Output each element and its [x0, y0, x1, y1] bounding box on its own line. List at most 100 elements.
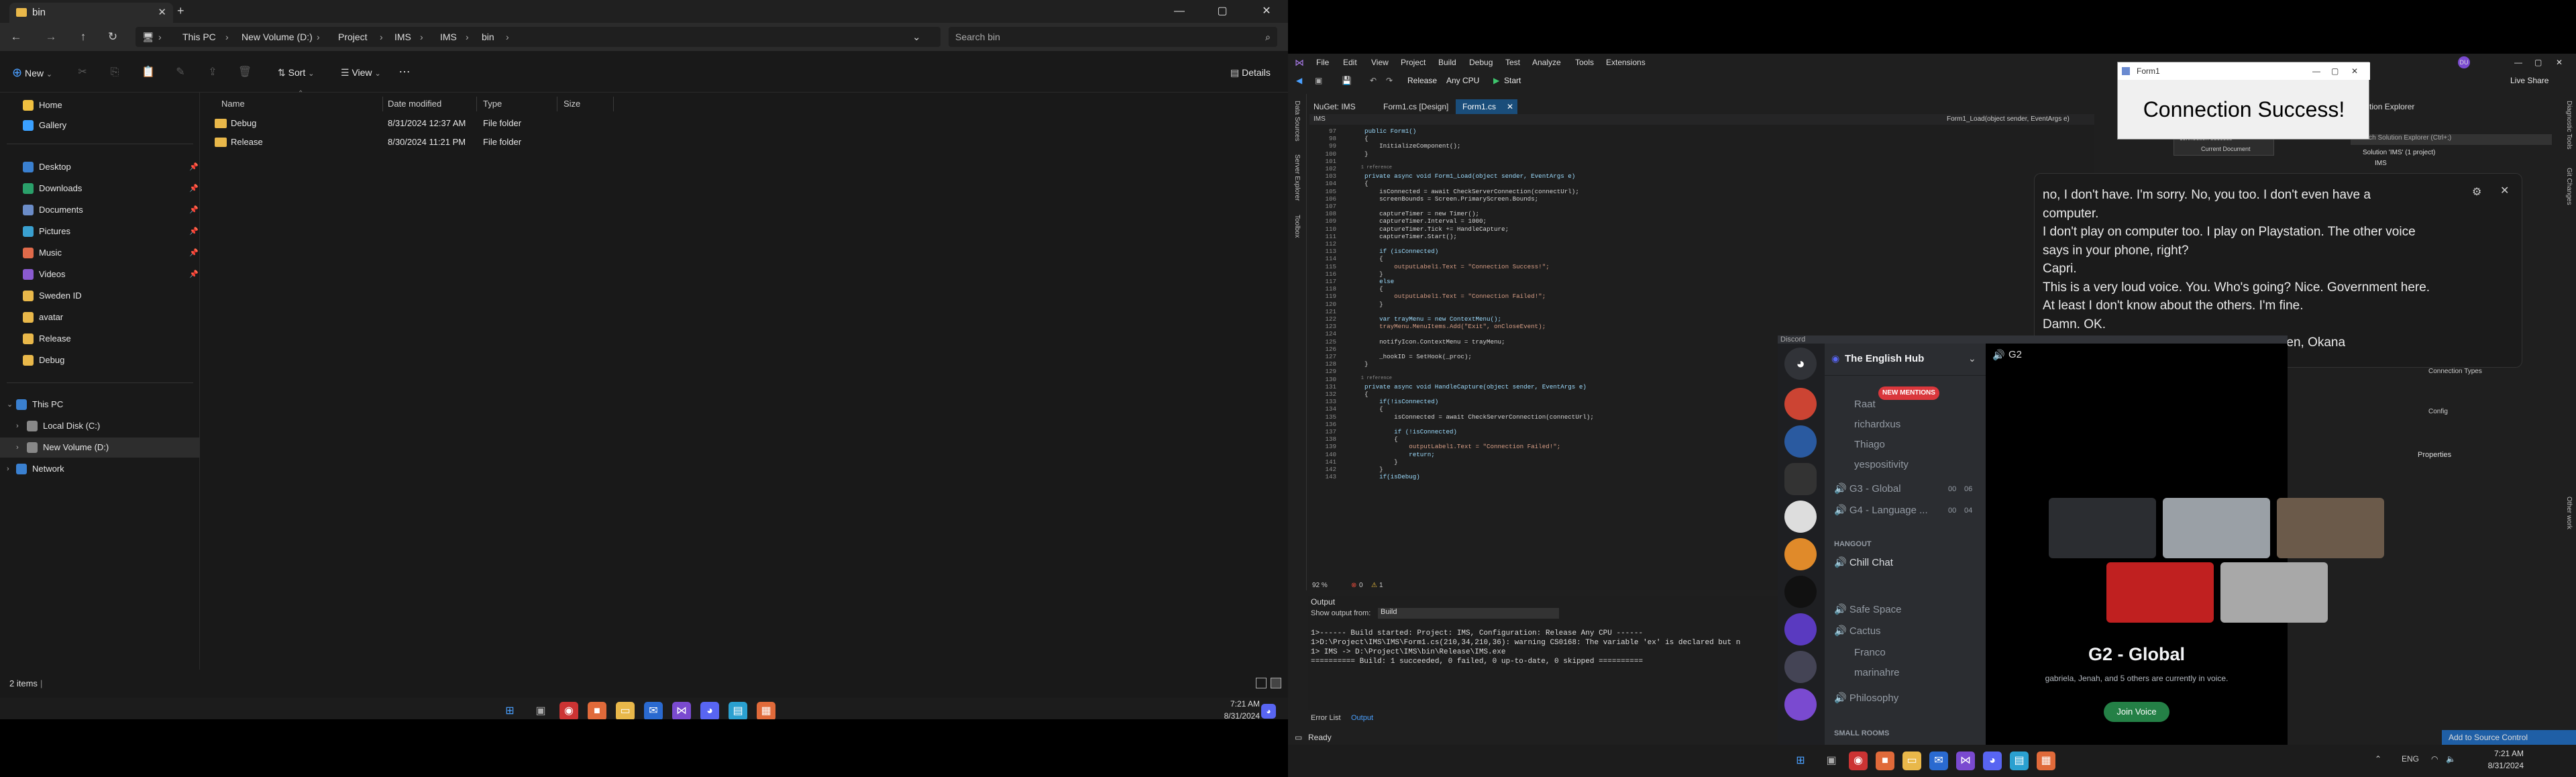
pin-icon[interactable]: 📌 — [189, 243, 199, 263]
config-dropdown[interactable]: Release — [1407, 71, 1437, 90]
server-icon[interactable] — [1784, 613, 1817, 645]
participant-tile[interactable] — [2220, 562, 2328, 623]
solution-item[interactable]: Config — [2428, 408, 2448, 415]
code-line[interactable]: var trayMenu = new ContextMenu(); — [1350, 315, 1501, 323]
tab-form1-cs[interactable]: Form1.cs ✕ — [1456, 99, 1517, 114]
save-icon[interactable]: 💾 — [1342, 71, 1352, 90]
code-line[interactable]: else — [1350, 278, 1394, 285]
explorer-tab[interactable]: bin ✕ — [9, 3, 173, 23]
details-view-icon[interactable] — [1256, 678, 1267, 688]
participant-tile[interactable] — [2049, 498, 2156, 558]
code-line[interactable]: 1 reference — [1350, 376, 1392, 381]
voice-member[interactable]: marinahre — [1854, 663, 2002, 683]
notification-icon[interactable]: ◕ — [1261, 704, 1276, 719]
warning-count[interactable]: 1 — [1379, 581, 1383, 590]
maximize-icon[interactable]: ▢ — [2534, 54, 2542, 71]
details-button[interactable]: ▤ Details — [1230, 66, 1271, 79]
nav-item-home[interactable]: Home — [0, 95, 200, 115]
error-count[interactable]: 0 — [1359, 581, 1363, 590]
discord-taskbar-icon[interactable]: ◕ — [1983, 752, 2002, 770]
address-dropdown-icon[interactable]: ⌄ — [912, 31, 921, 43]
app-icon[interactable]: ▤ — [2010, 752, 2029, 770]
code-line[interactable]: { — [1350, 391, 1368, 398]
menu-view[interactable]: View — [1371, 54, 1389, 71]
toolbox-tab[interactable]: Toolbox — [1293, 215, 1301, 238]
code-line[interactable]: return; — [1350, 451, 1435, 458]
start-icon[interactable]: ▶ — [1493, 71, 1499, 90]
settings-icon[interactable]: ⚙ — [2472, 183, 2481, 202]
column-header-date[interactable]: Date modified — [388, 94, 441, 114]
server-explorer-tab[interactable]: Server Explorer — [1293, 154, 1301, 201]
solution-root[interactable]: Solution 'IMS' (1 project) — [2363, 149, 2435, 156]
minimize-icon[interactable]: — — [1158, 0, 1201, 23]
view-button[interactable]: ☰ View ⌄ — [341, 66, 381, 81]
server-icon[interactable] — [1784, 501, 1817, 533]
app-icon[interactable]: ■ — [1876, 752, 1894, 770]
chevron-down-icon[interactable]: ⌄ — [7, 395, 13, 415]
outlook-icon[interactable]: ✉ — [644, 702, 663, 719]
code-line[interactable]: if(isDebug) — [1350, 473, 1420, 480]
nav-item-music[interactable]: Music 📌 — [0, 243, 200, 263]
voice-channel-cactus[interactable]: 🔊 Cactus — [1834, 621, 1982, 641]
join-voice-button[interactable]: Join Voice — [2104, 702, 2169, 722]
close-window-icon[interactable]: ✕ — [1245, 0, 1288, 23]
code-line[interactable]: private async void HandleCapture(object … — [1350, 383, 1587, 391]
live-share-button[interactable]: Live Share — [2510, 71, 2548, 90]
copy-icon[interactable]: ⎘ — [107, 66, 122, 79]
nav-item-desktop[interactable]: Desktop 📌 — [0, 157, 200, 177]
find-scope[interactable]: Current Document — [2201, 146, 2251, 152]
tab-nuget[interactable]: NuGet: IMS — [1307, 99, 1362, 114]
more-options-button[interactable]: … — [398, 62, 411, 75]
server-icon[interactable] — [1784, 463, 1817, 495]
tray-chevron-icon[interactable]: ⌃ — [2375, 754, 2381, 764]
back-icon[interactable]: ◀ — [1296, 71, 1302, 90]
undo-icon[interactable]: ↶ — [1370, 71, 1377, 90]
breadcrumb-ims[interactable]: IMS — [394, 27, 411, 47]
output-source-select[interactable]: Build — [1378, 608, 1559, 619]
column-header-size[interactable]: Size — [564, 94, 580, 114]
voice-member[interactable]: Franco — [1854, 643, 2002, 663]
menu-project[interactable]: Project — [1401, 54, 1426, 71]
server-icon[interactable] — [1784, 538, 1817, 570]
app-icon[interactable]: ▤ — [729, 702, 747, 719]
server-header[interactable]: ◉ The English Hub ⌄ — [1825, 344, 1986, 376]
column-header-type[interactable]: Type — [483, 94, 502, 114]
menu-extensions[interactable]: Extensions — [1606, 54, 1646, 71]
code-line[interactable]: _hookID = SetHook(_proc); — [1350, 353, 1472, 360]
pin-icon[interactable]: 📌 — [189, 221, 199, 242]
minimize-icon[interactable]: — — [2514, 54, 2522, 71]
category-hangout[interactable]: HANGOUT — [1834, 534, 1982, 554]
data-sources-tab[interactable]: Data Sources — [1293, 101, 1301, 142]
code-line[interactable]: screenBounds = Screen.PrimaryScreen.Boun… — [1350, 195, 1538, 203]
language-indicator[interactable]: ENG — [2402, 754, 2419, 764]
solution-search-input[interactable]: Search Solution Explorer (Ctrl+;) — [2351, 134, 2552, 145]
chrome-icon[interactable]: ◉ — [559, 702, 578, 719]
breadcrumb-new-volume[interactable]: New Volume (D:) — [241, 27, 313, 47]
code-line[interactable]: { — [1350, 435, 1398, 443]
diagnostic-tools-tab[interactable]: Diagnostic Tools — [2565, 101, 2573, 150]
voice-channel-chill-chat[interactable]: 🔊 Chill Chat — [1834, 553, 1982, 573]
code-line[interactable]: notifyIcon.ContextMenu = trayMenu; — [1350, 338, 1505, 346]
file-row[interactable]: Release 8/30/2024 11:21 PM File folder — [207, 133, 810, 152]
menu-build[interactable]: Build — [1438, 54, 1456, 71]
paste-icon[interactable]: 📋 — [141, 66, 156, 79]
code-line[interactable]: outputLabel1.Text = "Connection Failed!"… — [1350, 443, 1560, 450]
column-separator[interactable] — [382, 97, 383, 111]
code-line[interactable]: captureTimer.Start(); — [1350, 233, 1457, 240]
participant-tile[interactable] — [2163, 498, 2270, 558]
code-line[interactable]: } — [1350, 301, 1383, 308]
voice-member[interactable]: Raat — [1854, 395, 2002, 415]
clock-time[interactable]: 7:21 AM — [1213, 699, 1260, 709]
code-line[interactable]: if (!isConnected) — [1350, 428, 1457, 435]
delete-icon[interactable]: 🗑 — [237, 66, 252, 79]
voice-channel-g4[interactable]: 🔊 G4 - Language ... 00 04 — [1834, 501, 1982, 521]
code-line[interactable]: { — [1350, 135, 1368, 142]
code-line[interactable]: if (isConnected) — [1350, 248, 1438, 255]
method-combo[interactable]: Form1_Load(object sender, EventArgs e) — [1947, 114, 2070, 125]
outlook-icon[interactable]: ✉ — [1929, 752, 1948, 770]
server-icon[interactable] — [1784, 651, 1817, 683]
voice-channel-philosophy[interactable]: 🔊 Philosophy — [1834, 688, 1982, 709]
participant-tile[interactable] — [2277, 498, 2384, 558]
pin-icon[interactable]: 📌 — [189, 200, 199, 220]
nav-item-gallery[interactable]: Gallery — [0, 115, 200, 136]
